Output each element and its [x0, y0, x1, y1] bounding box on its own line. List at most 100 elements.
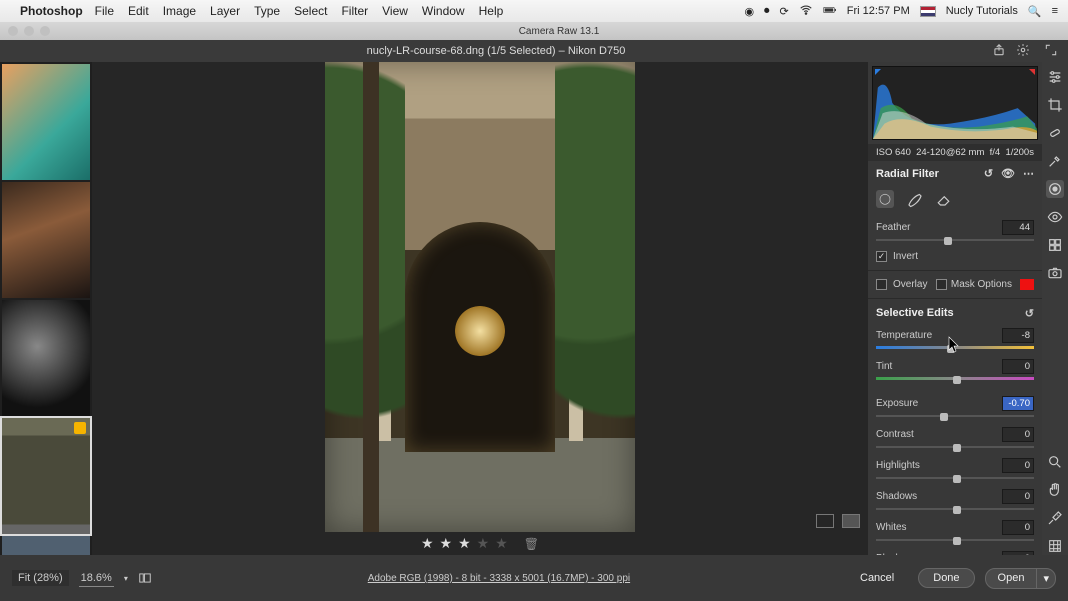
compare-view-icon[interactable]: [842, 514, 860, 528]
wifi-icon[interactable]: [799, 3, 813, 20]
mask-color-swatch[interactable]: [1020, 279, 1034, 290]
contrast-value[interactable]: 0: [1002, 427, 1034, 442]
thumbnail-selected[interactable]: [2, 418, 90, 534]
thumbnail[interactable]: [2, 536, 90, 555]
exposure-thumb[interactable]: [940, 413, 948, 421]
thumbnail[interactable]: [2, 64, 90, 180]
highlights-value[interactable]: 0: [1002, 458, 1034, 473]
menu-help[interactable]: Help: [479, 4, 504, 18]
highlights-thumb[interactable]: [953, 475, 961, 483]
mask-tool-row: ◯: [868, 186, 1042, 214]
shadows-value[interactable]: 0: [1002, 489, 1034, 504]
whites-thumb[interactable]: [953, 537, 961, 545]
star-3-icon[interactable]: ★: [458, 535, 471, 552]
open-button[interactable]: Open ▾: [985, 568, 1056, 589]
star-5-icon[interactable]: ★: [495, 535, 508, 552]
whites-value[interactable]: 0: [1002, 520, 1034, 535]
menu-image[interactable]: Image: [163, 4, 196, 18]
menu-select[interactable]: Select: [294, 4, 327, 18]
feather-thumb[interactable]: [944, 237, 952, 245]
blacks-value[interactable]: 0: [1002, 551, 1034, 555]
presets-icon[interactable]: [1046, 236, 1064, 254]
sync-icon[interactable]: ⟳: [780, 5, 789, 18]
reset-icon[interactable]: ↺: [984, 167, 993, 180]
feather-value[interactable]: 44: [1002, 220, 1034, 235]
visibility-icon[interactable]: 👁: [1001, 167, 1015, 180]
open-dropdown-icon[interactable]: ▾: [1036, 569, 1055, 588]
menu-edit[interactable]: Edit: [128, 4, 149, 18]
highlights-slider: Highlights0: [868, 452, 1042, 483]
menu-filter[interactable]: Filter: [341, 4, 368, 18]
menu-file[interactable]: File: [95, 4, 114, 18]
selective-reset-icon[interactable]: ↺: [1025, 307, 1034, 320]
settings-gear-icon[interactable]: [1016, 43, 1030, 60]
shadows-thumb[interactable]: [953, 506, 961, 514]
done-button[interactable]: Done: [918, 568, 974, 588]
redeye-icon[interactable]: [1046, 208, 1064, 226]
toggle-strip-icon[interactable]: [138, 571, 152, 585]
shadow-clip-icon[interactable]: [875, 69, 881, 75]
color-sampler-icon[interactable]: [1046, 509, 1064, 527]
single-view-icon[interactable]: [816, 514, 834, 528]
zoom-dropdown-icon[interactable]: ▾: [124, 574, 128, 583]
exposure-value[interactable]: -0.70: [1002, 396, 1034, 411]
masking-icon[interactable]: [1046, 180, 1064, 198]
grid-icon[interactable]: [1046, 537, 1064, 555]
minimize-window-icon[interactable]: [24, 26, 34, 36]
contrast-thumb[interactable]: [953, 444, 961, 452]
tint-thumb[interactable]: [953, 376, 961, 384]
share-icon[interactable]: [992, 43, 1006, 60]
workflow-options-link[interactable]: Adobe RGB (1998) - 8 bit - 3338 x 5001 (…: [368, 573, 630, 584]
star-4-icon[interactable]: ★: [477, 535, 490, 552]
image-canvas[interactable]: [92, 62, 868, 532]
histogram[interactable]: [872, 66, 1038, 140]
maskoptions-checkbox[interactable]: [936, 279, 947, 290]
menu-view[interactable]: View: [382, 4, 408, 18]
filmstrip[interactable]: [0, 62, 92, 555]
zoom-window-icon[interactable]: [40, 26, 50, 36]
menu-type[interactable]: Type: [254, 4, 280, 18]
traffic-lights[interactable]: [8, 26, 50, 36]
snapshots-icon[interactable]: [1046, 264, 1064, 282]
spotlight-icon[interactable]: 🔍: [1028, 5, 1042, 18]
battery-icon[interactable]: [823, 3, 837, 20]
tint-value[interactable]: 0: [1002, 359, 1034, 374]
menu-layer[interactable]: Layer: [210, 4, 240, 18]
input-source-flag-icon[interactable]: [920, 6, 936, 17]
more-icon[interactable]: ⋯: [1023, 167, 1034, 180]
zoom-percent[interactable]: 18.6%: [79, 570, 114, 587]
app-name[interactable]: Photoshop: [20, 4, 83, 18]
edit-panel[interactable]: ISO 640 24-120@62 mm f/4 1/200s Radial F…: [868, 62, 1042, 555]
hand-tool-icon[interactable]: [1046, 481, 1064, 499]
close-window-icon[interactable]: [8, 26, 18, 36]
edit-sliders-icon[interactable]: [1046, 68, 1064, 86]
menubar-clock[interactable]: Fri 12:57 PM: [847, 5, 910, 17]
star-2-icon[interactable]: ★: [440, 535, 453, 552]
fullscreen-icon[interactable]: [1044, 43, 1058, 60]
crop-icon[interactable]: [1046, 96, 1064, 114]
camera-status-icon[interactable]: ◉: [744, 5, 754, 18]
menu-window[interactable]: Window: [422, 4, 465, 18]
star-1-icon[interactable]: ★: [421, 535, 434, 552]
zoom-tool-icon[interactable]: [1046, 453, 1064, 471]
radial-tool-icon[interactable]: ◯: [876, 190, 894, 208]
notification-center-icon[interactable]: ≡: [1052, 5, 1058, 17]
delete-icon[interactable]: 🗑: [524, 537, 539, 551]
right-toolstrip: [1042, 62, 1068, 555]
eraser-tool-icon[interactable]: [936, 190, 954, 208]
menubar-user[interactable]: Nucly Tutorials: [946, 5, 1018, 17]
temperature-thumb[interactable]: [947, 345, 955, 353]
highlight-clip-icon[interactable]: [1029, 69, 1035, 75]
thumbnail[interactable]: [2, 182, 90, 298]
window-titlebar[interactable]: Camera Raw 13.1: [0, 22, 1068, 40]
fit-zoom-label[interactable]: Fit (28%): [12, 570, 69, 586]
brush-tool-icon[interactable]: [906, 190, 924, 208]
overlay-checkbox[interactable]: [876, 279, 887, 290]
heal-icon[interactable]: [1046, 124, 1064, 142]
screen-record-icon[interactable]: ⏺: [764, 5, 770, 18]
invert-checkbox[interactable]: [876, 251, 887, 262]
temperature-value[interactable]: -8: [1002, 328, 1034, 343]
eyedropper-icon[interactable]: [1046, 152, 1064, 170]
thumbnail[interactable]: [2, 300, 90, 416]
cancel-button[interactable]: Cancel: [846, 569, 908, 587]
